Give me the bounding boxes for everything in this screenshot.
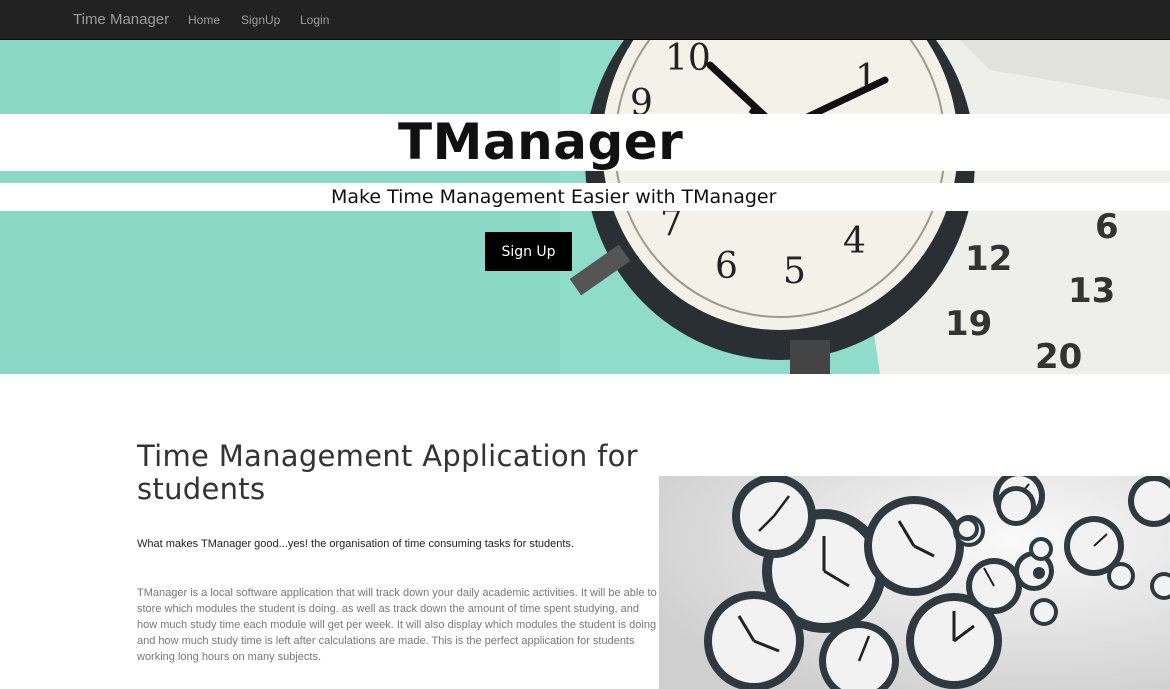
svg-text:12: 12 — [965, 239, 1012, 279]
hero-signup-button[interactable]: Sign Up — [485, 232, 572, 271]
content-description: TManager is a local software application… — [137, 587, 657, 663]
svg-text:6: 6 — [715, 246, 738, 287]
nav-login-link[interactable]: Login — [300, 13, 329, 27]
brand-link[interactable]: Time Manager — [73, 11, 169, 28]
svg-text:13: 13 — [1068, 271, 1115, 311]
hero-section: 6 12 13 19 20 10 1 9 7 6 5 4 TManager Ma… — [0, 40, 1170, 374]
top-navbar: Time Manager Home SignUp Login — [0, 0, 1170, 40]
nav-home-link[interactable]: Home — [188, 13, 220, 27]
hero-subtitle: Make Time Management Easier with TManage… — [331, 186, 777, 208]
content-lead: What makes TManager good...yes! the orga… — [137, 538, 574, 550]
nav-signup-link[interactable]: SignUp — [241, 13, 280, 27]
svg-text:20: 20 — [1035, 337, 1082, 374]
floating-clocks-image — [659, 476, 1170, 689]
svg-text:19: 19 — [945, 304, 992, 344]
svg-text:4: 4 — [843, 221, 866, 262]
svg-text:5: 5 — [783, 251, 806, 292]
content-heading: Time Management Application for students — [137, 439, 638, 506]
hero-title: TManager — [398, 113, 684, 171]
svg-text:10: 10 — [665, 40, 711, 79]
svg-text:6: 6 — [1095, 207, 1119, 247]
